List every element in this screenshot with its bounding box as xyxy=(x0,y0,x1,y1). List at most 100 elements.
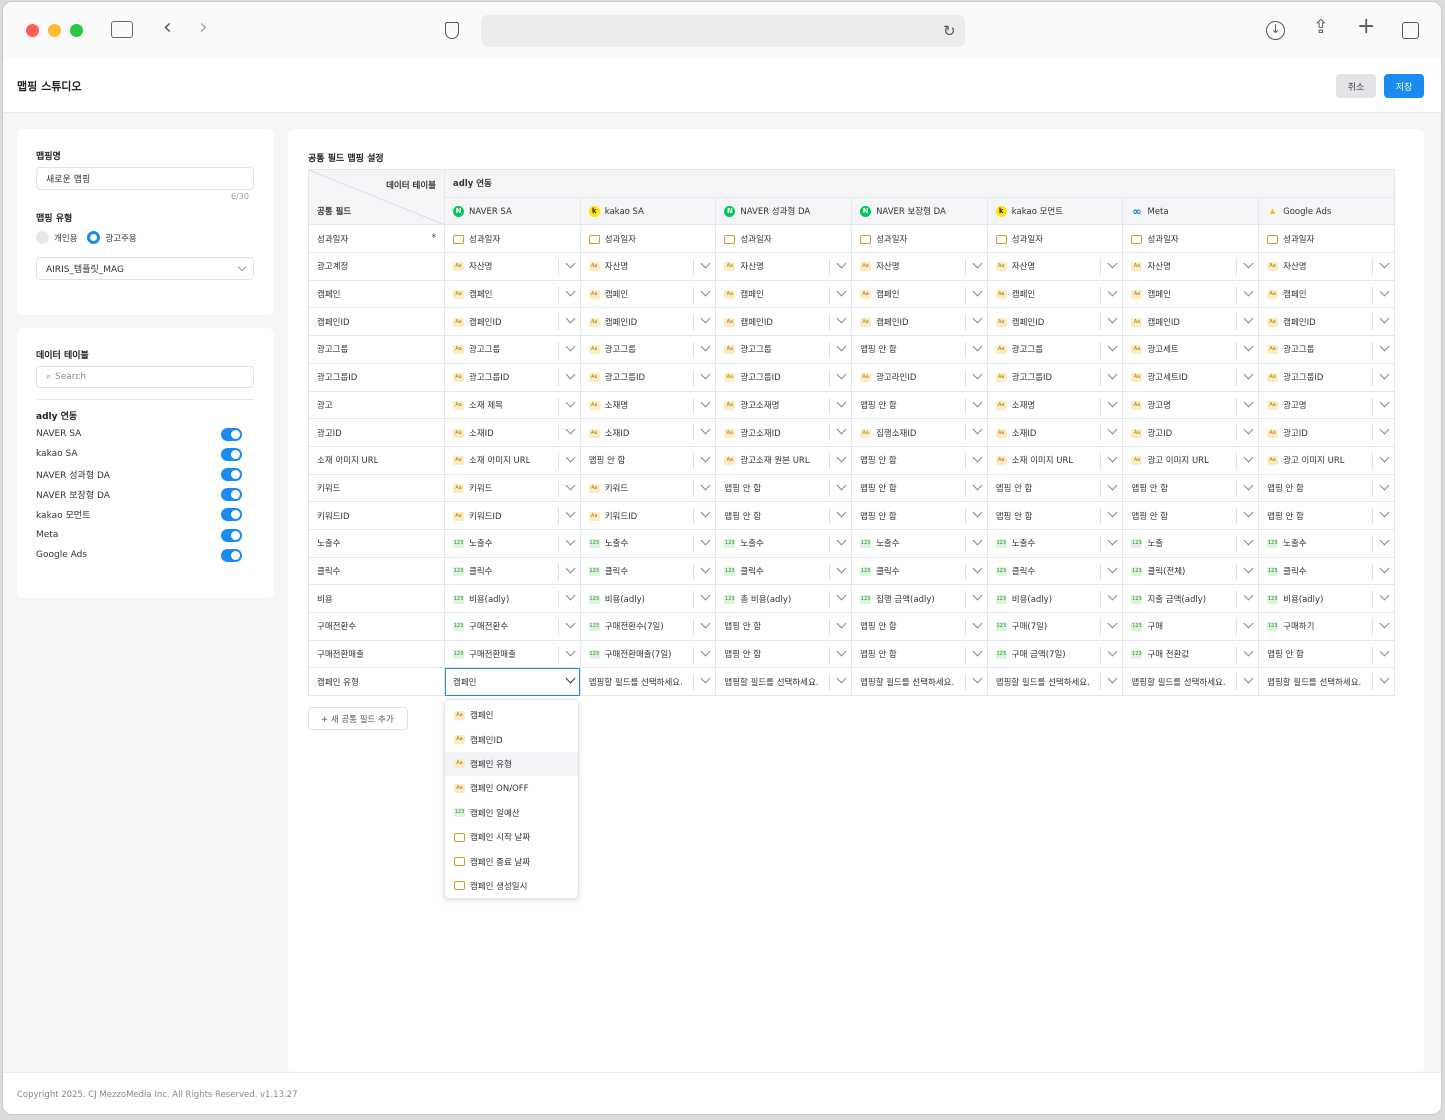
mapping-select[interactable]: Aa 광고그룹ID xyxy=(444,362,581,392)
dropdown-option[interactable]: Aa 캠페인 유형 xyxy=(445,751,578,777)
mapping-select[interactable]: Aa 광고 이미지 URL xyxy=(1122,445,1260,475)
mapping-select[interactable]: Aa 광고세트 xyxy=(1122,335,1260,364)
mapping-select[interactable]: Aa 캠페인ID xyxy=(1258,307,1395,337)
mapping-select[interactable]: Aa 캠페인 xyxy=(1122,279,1260,309)
mapping-select[interactable]: 123 비용(adly) xyxy=(1258,584,1395,613)
mapping-select[interactable]: Aa 광고소재명 xyxy=(715,390,853,420)
mapping-select[interactable]: 맵핑 안 함 xyxy=(1122,501,1260,530)
mapping-select[interactable]: Aa 광고명 xyxy=(1122,390,1260,420)
mapping-select[interactable]: 123 클릭수 xyxy=(444,556,581,586)
advertiser-select[interactable]: AIRIS_템플릿_MAG xyxy=(36,257,254,280)
mapping-select[interactable]: Aa 자산명 xyxy=(851,252,988,281)
download-icon[interactable]: ↓ xyxy=(1266,21,1285,40)
mapping-select[interactable]: 123 클릭(전체) xyxy=(1122,556,1260,586)
mapping-select[interactable]: 맵핑할 필드를 선택하세요. xyxy=(851,667,988,697)
mapping-select[interactable]: 맵핑 안 함 xyxy=(851,612,988,641)
mapping-select[interactable]: 123 노출수 xyxy=(715,528,853,558)
mapping-select[interactable]: Aa 광고ID xyxy=(1122,418,1260,447)
mapping-select[interactable]: 맵핑 안 함 xyxy=(851,473,988,503)
mapping-select[interactable]: Aa 키워드ID xyxy=(444,501,581,530)
mapping-select[interactable]: 캠페인 xyxy=(444,667,581,697)
mapping-select[interactable]: 123 비용(adly) xyxy=(444,584,581,613)
mapping-select[interactable]: 맵핑할 필드를 선택하세요. xyxy=(986,667,1124,697)
mapping-select[interactable]: 123 클릭수 xyxy=(851,556,988,586)
source-toggle[interactable] xyxy=(221,467,242,481)
mapping-select[interactable]: 123 노출수 xyxy=(444,528,581,558)
mapping-select[interactable]: 123 노출 xyxy=(1122,528,1260,558)
mapping-select[interactable]: Aa 소재ID xyxy=(986,418,1124,447)
back-icon[interactable]: ‹ xyxy=(163,17,172,39)
mapping-select[interactable]: 123 구매전환수(7일) xyxy=(579,612,717,641)
data-table-search-input[interactable]: ⌕ Search xyxy=(36,366,254,388)
mapping-select[interactable]: 123 집행 금액(adly) xyxy=(851,584,988,613)
mapping-select[interactable]: 성과일자 xyxy=(579,224,717,254)
mapping-select[interactable]: Aa 자산명 xyxy=(1258,252,1395,281)
mapping-select[interactable]: 123 노출수 xyxy=(986,528,1124,558)
mapping-select[interactable]: Aa 광고그룹 xyxy=(715,335,853,364)
mapping-select[interactable]: 성과일자 xyxy=(986,224,1124,254)
mapping-select[interactable]: 맵핑할 필드를 선택하세요. xyxy=(715,667,853,697)
mapping-select[interactable]: 123 구매전환수 xyxy=(444,612,581,641)
mapping-select[interactable]: Aa 광고소재 원본 URL xyxy=(715,445,853,475)
dropdown-option[interactable]: 캠페인 생성일시 xyxy=(445,874,578,898)
mapping-select[interactable]: Aa 소재ID xyxy=(579,418,717,447)
mapping-select[interactable]: 성과일자 xyxy=(851,224,988,254)
mapping-select[interactable]: 맵핑 안 함 xyxy=(986,473,1124,503)
mapping-select[interactable]: 맵핑 안 함 xyxy=(1258,473,1395,503)
tab-overview-icon[interactable] xyxy=(1402,22,1419,39)
mapping-select[interactable]: Aa 소재명 xyxy=(986,390,1124,420)
mapping-select[interactable]: Aa 광고라인ID xyxy=(851,362,988,392)
mapping-select[interactable]: 123 구매 전환값 xyxy=(1122,639,1260,669)
source-toggle[interactable] xyxy=(221,488,242,502)
dropdown-option[interactable]: 캠페인 종료 날짜 xyxy=(445,849,578,873)
close-window-button[interactable] xyxy=(26,24,39,37)
mapping-select[interactable]: Aa 광고그룹ID xyxy=(579,362,717,392)
mapping-select[interactable]: 123 클릭수 xyxy=(579,556,717,586)
add-common-field-button[interactable]: + 새 공통 필드 추가 xyxy=(308,707,408,730)
source-toggle[interactable] xyxy=(221,528,242,542)
mapping-select[interactable]: Aa 집행소재ID xyxy=(851,418,988,447)
mapping-select[interactable]: Aa 캠페인ID xyxy=(1122,307,1260,337)
forward-icon[interactable]: › xyxy=(199,17,208,39)
mapping-select[interactable]: 맵핑 안 함 xyxy=(851,445,988,475)
radio-personal[interactable] xyxy=(36,231,49,244)
mapping-select[interactable]: Aa 캠페인 xyxy=(851,279,988,309)
minimize-window-button[interactable] xyxy=(48,24,61,37)
dropdown-option[interactable]: 123 캠페인 일예산 xyxy=(445,801,578,825)
mapping-select[interactable]: 성과일자 xyxy=(1258,224,1395,254)
mapping-select[interactable]: Aa 캠페인 xyxy=(444,279,581,309)
new-tab-icon[interactable]: + xyxy=(1357,16,1375,38)
mapping-select[interactable]: 123 클릭수 xyxy=(986,556,1124,586)
mapping-select[interactable]: Aa 소재 제목 xyxy=(444,390,581,420)
dropdown-option[interactable]: Aa 캠페인ID xyxy=(445,727,578,751)
mapping-select[interactable]: 123 구매전환매출(7일) xyxy=(579,639,717,669)
mapping-select[interactable]: Aa 캠페인 xyxy=(1258,279,1395,309)
mapping-select[interactable]: 맵핑 안 함 xyxy=(1258,501,1395,530)
mapping-select[interactable]: Aa 광고그룹 xyxy=(444,335,581,364)
mapping-select[interactable]: 123 노출수 xyxy=(1258,528,1395,558)
mapping-select[interactable]: Aa 자산명 xyxy=(986,252,1124,281)
mapping-select[interactable]: 123 지출 금액(adly) xyxy=(1122,584,1260,613)
mapping-select[interactable]: 맵핑 안 함 xyxy=(851,335,988,364)
cancel-button[interactable]: 취소 xyxy=(1336,74,1376,98)
mapping-select[interactable]: 123 구매(7일) xyxy=(986,612,1124,641)
mapping-select[interactable]: Aa 자산명 xyxy=(1122,252,1260,281)
mapping-select[interactable]: Aa 키워드ID xyxy=(579,501,717,530)
mapping-select[interactable]: 맵핑 안 함 xyxy=(851,390,988,420)
mapping-select[interactable]: 123 비용(adly) xyxy=(579,584,717,613)
mapping-name-input[interactable]: 새로운 맵핑 xyxy=(36,167,254,190)
mapping-select[interactable]: 맵핑 안 함 xyxy=(1258,639,1395,669)
mapping-select[interactable]: 맵핑할 필드를 선택하세요. xyxy=(579,667,717,697)
mapping-select[interactable]: Aa 캠페인 xyxy=(986,279,1124,309)
radio-advertiser[interactable] xyxy=(87,231,101,244)
mapping-select[interactable]: 맵핑할 필드를 선택하세요. xyxy=(1258,667,1395,697)
mapping-select[interactable]: 성과일자 xyxy=(444,224,581,254)
mapping-select[interactable]: 맵핑 안 함 xyxy=(1122,473,1260,503)
source-toggle[interactable] xyxy=(221,427,242,441)
mapping-select[interactable]: 맵핑 안 함 xyxy=(851,639,988,669)
source-toggle[interactable] xyxy=(221,447,242,461)
mapping-select[interactable]: Aa 캠페인 xyxy=(579,279,717,309)
mapping-select[interactable]: 맵핑 안 함 xyxy=(715,612,853,641)
mapping-select[interactable]: Aa 광고세트ID xyxy=(1122,362,1260,392)
mapping-select[interactable]: Aa 광고명 xyxy=(1258,390,1395,420)
